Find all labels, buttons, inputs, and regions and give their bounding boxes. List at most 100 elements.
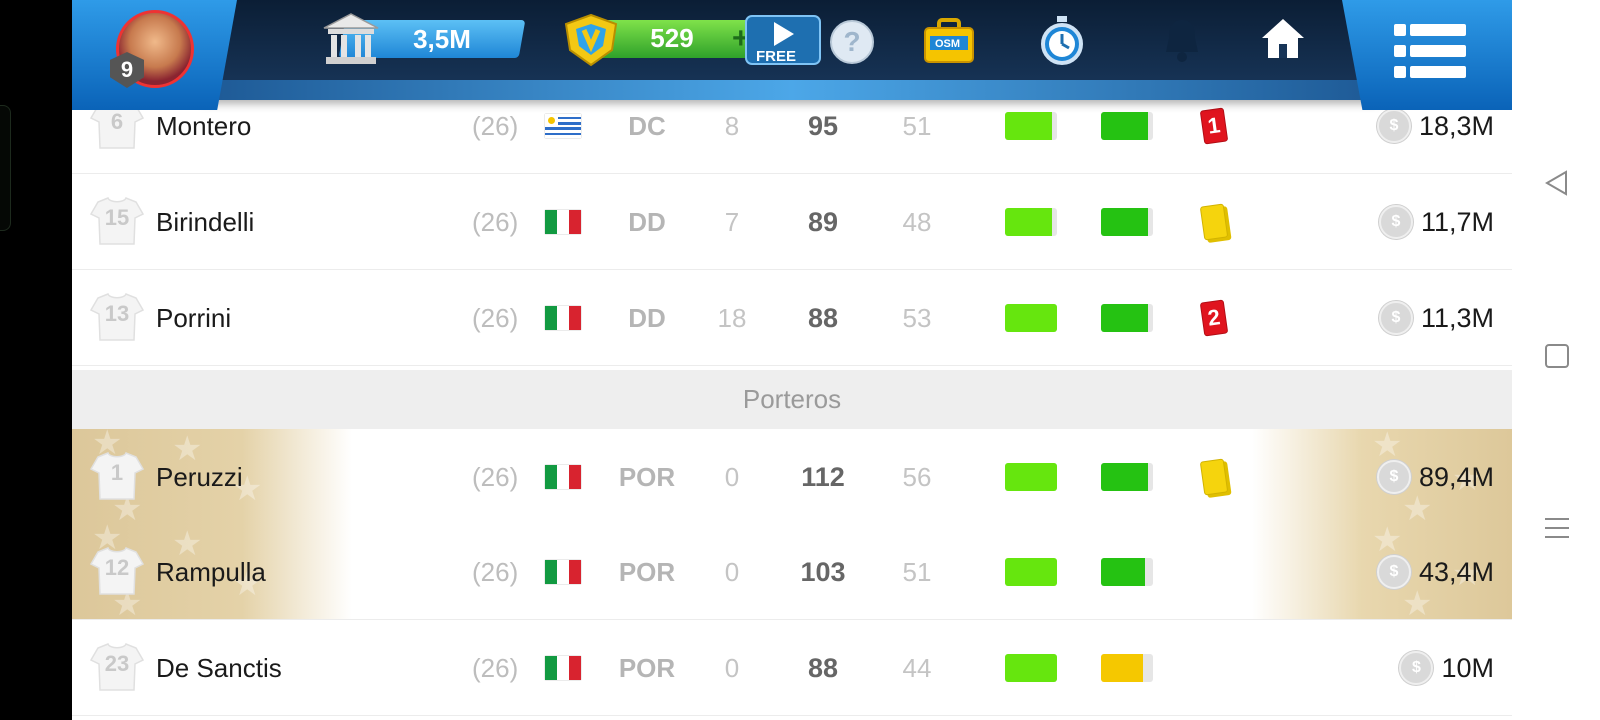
flag-italy-icon: [545, 306, 581, 330]
card-status: [1202, 620, 1228, 716]
stat-3: 48: [902, 206, 932, 237]
shirt-number: 13: [90, 270, 144, 366]
top-bar-glow: [212, 80, 1372, 100]
player-position: DD: [628, 206, 666, 237]
edge-panel-handle[interactable]: [0, 105, 11, 231]
coin-icon: $: [1376, 555, 1411, 589]
money-value: 3,5M: [413, 24, 471, 54]
player-position: POR: [618, 461, 676, 492]
card-status: [1202, 524, 1228, 620]
shirt-number: 15: [90, 174, 144, 270]
morale-bar: [1101, 174, 1153, 270]
menu-icon[interactable]: [1392, 22, 1468, 80]
fitness-bar: [1005, 524, 1057, 620]
money-counter[interactable]: 3,5M: [322, 13, 542, 64]
player-age: (26): [472, 556, 519, 587]
player-row[interactable]: ★ ★ ★ ★ ★ ★ ★ 12 Rampulla (26) POR 0 103 51 $43,4M: [72, 524, 1512, 620]
player-row[interactable]: ★ ★ ★ ★ ★ ★ ★ 1 Peruzzi (26) POR 0 112 56 $89,4M: [72, 429, 1512, 525]
nationality: [545, 524, 581, 620]
stat-3: 53: [902, 302, 932, 333]
player-value: $43,4M: [1376, 524, 1494, 620]
stat-2: 103: [800, 556, 846, 587]
player-value: $10M: [1399, 620, 1494, 716]
player-position: POR: [618, 556, 676, 587]
fitness-bar-fill: [1005, 208, 1052, 236]
yellow-card-icon: [1199, 203, 1229, 241]
fitness-bar-fill: [1005, 463, 1057, 491]
coins-shield-icon: [564, 13, 618, 67]
stat-2: 88: [807, 302, 839, 333]
shirt-number: 23: [90, 620, 144, 716]
player-age: (26): [472, 206, 519, 237]
back-button[interactable]: [1542, 168, 1572, 198]
player-age: (26): [472, 652, 519, 683]
help-icon: ?: [843, 26, 861, 57]
stat-1: 7: [724, 206, 740, 237]
stat-1: 0: [724, 461, 740, 492]
player-name: De Sanctis: [156, 652, 282, 683]
coins-counter[interactable]: 529 +: [562, 13, 772, 67]
stat-2: 88: [807, 652, 839, 683]
fitness-bar: [1005, 620, 1057, 716]
shop-button[interactable]: OSM: [922, 16, 976, 66]
shirt-number-text: 13: [104, 301, 130, 326]
player-row[interactable]: 23 De Sanctis (26) POR 0 88 44 $10M: [72, 620, 1512, 716]
stat-2: 112: [801, 461, 845, 492]
stat-1: 0: [724, 652, 740, 683]
fitness-bar-fill: [1005, 654, 1057, 682]
player-name: Peruzzi: [156, 461, 243, 492]
player-value: $11,7M: [1378, 174, 1494, 270]
player-value-text: 18,3M: [1418, 110, 1494, 141]
flag-uruguay-icon: [545, 114, 581, 138]
shop-label: OSM: [935, 38, 961, 50]
menu-panel[interactable]: [1342, 0, 1512, 110]
player-row[interactable]: 15 Birindelli (26) DD 7 89 48 $11,7M: [72, 174, 1512, 270]
help-button[interactable]: ?: [830, 20, 874, 64]
coins-value: 529: [650, 23, 694, 53]
home-icon: [1262, 19, 1304, 58]
section-header-goalkeepers: Porteros: [72, 370, 1512, 429]
shirt-number-text: 12: [104, 555, 130, 580]
morale-bar-fill: [1101, 112, 1148, 140]
shirt-number-text: 23: [104, 651, 130, 676]
profile-panel[interactable]: 9: [72, 0, 237, 110]
morale-bar: [1101, 270, 1153, 366]
free-video-button[interactable]: FREE: [744, 12, 824, 68]
home-system-button[interactable]: [1542, 341, 1572, 371]
notifications-button[interactable]: [1160, 16, 1204, 64]
player-value-text: 11,7M: [1420, 206, 1494, 237]
shirt-number-text: 1: [110, 460, 124, 485]
stat-3: 56: [902, 461, 932, 492]
flag-italy-icon: [545, 465, 581, 489]
fitness-bar-fill: [1005, 558, 1057, 586]
fitness-bar: [1005, 429, 1057, 525]
coin-icon: $: [1376, 460, 1411, 494]
player-position: DD: [628, 302, 666, 333]
yellow-card-icon: [1199, 458, 1229, 496]
timer-button[interactable]: [1038, 14, 1086, 66]
flag-italy-icon: [545, 210, 581, 234]
section-title: Porteros: [742, 384, 842, 414]
left-edge: [0, 0, 72, 720]
top-bar: 9 3,5M 529 + FREE ? OSM: [72, 0, 1512, 110]
nationality: [545, 620, 581, 716]
nationality: [545, 270, 581, 366]
bank-icon: [323, 13, 379, 64]
player-value-text: 43,4M: [1418, 556, 1494, 587]
system-navigation-bar: [1512, 0, 1600, 720]
player-row[interactable]: 13 Porrini (26) DD 18 88 53 2 $11,3M: [72, 270, 1512, 366]
player-position: POR: [618, 652, 676, 683]
stat-3: 51: [902, 556, 932, 587]
bell-icon: [1166, 20, 1198, 62]
nationality: [545, 429, 581, 525]
shirt-number: 12: [90, 524, 144, 620]
morale-bar-fill: [1101, 304, 1148, 332]
shirt-number: 1: [90, 429, 144, 525]
home-button[interactable]: [1260, 16, 1306, 62]
recents-button[interactable]: [1542, 513, 1572, 543]
player-name: Porrini: [156, 302, 232, 333]
morale-bar: [1101, 429, 1153, 525]
coin-icon: $: [1378, 205, 1413, 239]
stat-1: 0: [724, 556, 740, 587]
free-label: FREE: [756, 48, 797, 65]
